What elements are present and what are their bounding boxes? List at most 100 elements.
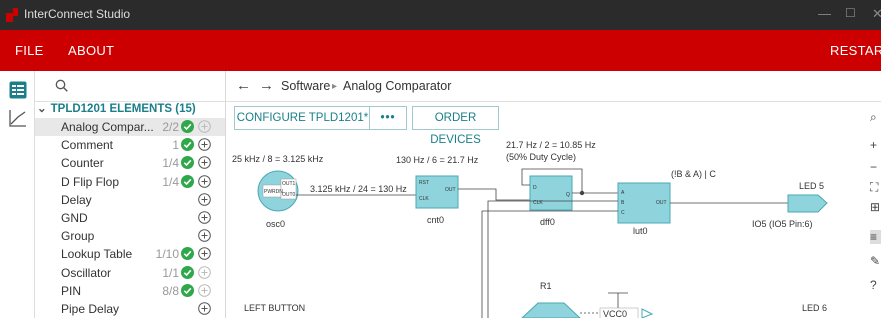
lut-expr-label: (!B & A) | C <box>671 169 716 179</box>
list-item[interactable]: PIN 8/8 <box>35 282 225 300</box>
add-element-icon[interactable] <box>198 120 211 133</box>
forward-arrow-icon[interactable]: → <box>259 77 274 94</box>
close-icon[interactable]: ✕ <box>872 6 881 22</box>
menu-about[interactable]: ABOUT <box>68 43 114 58</box>
element-count: 1/4 <box>162 156 179 171</box>
element-label: Lookup Table <box>61 247 133 262</box>
r1-block[interactable] <box>521 302 581 318</box>
main-panel: ← → Software ▸ Analog Comparator CONFIGU… <box>226 71 881 318</box>
left-rail <box>0 71 35 318</box>
add-element-icon[interactable] <box>198 138 211 151</box>
list-item[interactable]: GND <box>35 209 225 227</box>
add-element-icon[interactable] <box>198 174 211 188</box>
add-element-icon[interactable] <box>198 247 211 261</box>
list-item[interactable]: Analog Compar... 2/2 <box>35 118 225 136</box>
breadcrumb: ← → Software ▸ Analog Comparator <box>226 71 881 102</box>
add-element-icon[interactable] <box>198 302 211 315</box>
cnt-out-pin: OUT <box>445 187 456 193</box>
wire-cnt-dff <box>458 188 530 201</box>
element-count: 8/8 <box>162 283 179 298</box>
element-label: Analog Compar... <box>61 120 154 134</box>
minimize-icon[interactable]: — <box>818 6 831 21</box>
element-label: Oscillator <box>61 265 112 280</box>
list-item[interactable]: Pipe Delay <box>35 300 225 318</box>
edit-icon[interactable]: ✎ <box>870 254 881 268</box>
zoom-in-icon[interactable]: + <box>870 138 881 152</box>
dff-name: dff0 <box>540 217 555 227</box>
check-circle-icon <box>181 156 194 170</box>
element-count: 2/2 <box>162 120 179 134</box>
vcc-label: VCC0 <box>603 309 627 318</box>
list-item[interactable]: Comment 1 <box>35 136 225 154</box>
element-label: D Flip Flop <box>61 174 120 189</box>
section-title: TPLD1201 ELEMENTS (15) <box>50 103 196 115</box>
check-circle-icon <box>181 265 194 279</box>
osc-freq-label: 25 kHz / 8 = 3.125 kHz <box>232 154 324 164</box>
search-row[interactable] <box>35 71 225 102</box>
chevron-down-icon[interactable]: ⌄ <box>37 103 47 115</box>
left-button-label: LEFT BUTTON <box>244 303 305 313</box>
dff-q-pin: Q <box>566 192 570 198</box>
check-circle-icon <box>181 120 194 133</box>
zoom-out-icon[interactable]: − <box>870 160 881 174</box>
title-bar: InterConnect Studio — ☐ ✕ <box>0 0 881 30</box>
osc-out0-pin: OUT0 <box>282 192 296 198</box>
back-arrow-icon[interactable]: ← <box>236 77 251 94</box>
maximize-icon[interactable]: ☐ <box>845 6 856 20</box>
fit-view-icon[interactable]: ⛶ <box>870 180 881 194</box>
search-schematic-icon[interactable]: ⌕ <box>870 110 881 124</box>
lut-out-pin: OUT <box>656 200 667 206</box>
dff-duty-label: (50% Duty Cycle) <box>506 152 576 162</box>
list-item[interactable]: Lookup Table 1/10 <box>35 245 225 263</box>
schematic-canvas[interactable]: 25 kHz / 8 = 3.125 kHz PWRDN OUT1 OUT0 o… <box>226 133 866 318</box>
help-icon[interactable]: ? <box>870 278 881 292</box>
element-label: GND <box>61 211 88 225</box>
add-element-icon[interactable] <box>198 156 211 170</box>
search-icon[interactable] <box>55 79 68 92</box>
element-label: Counter <box>61 156 104 171</box>
chart-icon[interactable] <box>9 109 27 127</box>
element-count: 1/10 <box>155 247 179 262</box>
list-item[interactable]: Delay <box>35 191 225 209</box>
osc-pwrdn-pin: PWRDN <box>264 189 283 195</box>
wire-tool-icon[interactable]: ≡ <box>870 230 881 244</box>
led6-label: LED 6 <box>802 303 827 313</box>
breadcrumb-root[interactable]: Software <box>281 79 330 93</box>
add-element-icon[interactable] <box>198 283 211 297</box>
add-element-icon[interactable] <box>198 229 211 242</box>
lut-c-pin: C <box>621 210 625 216</box>
elements-panel-icon[interactable] <box>9 81 27 99</box>
list-item[interactable]: D Flip Flop 1/4 <box>35 173 225 191</box>
led5-label: LED 5 <box>799 181 824 191</box>
element-label: PIN <box>61 283 82 298</box>
order-devices-button[interactable]: ORDER DEVICES <box>412 106 499 146</box>
io5-name: IO5 (IO5 Pin:6) <box>752 219 813 229</box>
restart-button[interactable]: RESTART <box>830 43 881 58</box>
vcc-arrow <box>641 308 654 318</box>
configure-button[interactable]: CONFIGURE TPLD1201* <box>234 106 371 130</box>
app-logo-icon <box>6 8 18 22</box>
menu-bar: FILE ABOUT RESTART <box>0 30 881 71</box>
add-element-icon[interactable] <box>198 192 211 206</box>
check-circle-icon <box>181 174 194 188</box>
cnt-clk-pin: CLK <box>419 196 429 202</box>
element-label: Group <box>61 229 95 244</box>
elements-section-header[interactable]: ⌄ TPLD1201 ELEMENTS (15) <box>37 101 196 115</box>
list-item[interactable]: Counter 1/4 <box>35 154 225 172</box>
list-item[interactable]: Oscillator 1/1 <box>35 264 225 282</box>
list-item[interactable]: Group <box>35 227 225 245</box>
menu-file[interactable]: FILE <box>15 43 44 58</box>
osc-out1-pin: OUT1 <box>282 181 296 187</box>
lut-name: lut0 <box>633 226 648 236</box>
element-label: Comment <box>61 138 114 153</box>
check-circle-icon <box>181 138 194 152</box>
io5-pin-block[interactable] <box>787 194 828 213</box>
wire-lut-c <box>481 210 618 318</box>
grid-icon[interactable]: ⊞ <box>870 200 881 214</box>
add-element-icon[interactable] <box>198 211 211 224</box>
more-options-button[interactable]: ••• <box>369 106 407 130</box>
cnt-rst-pin: RST <box>419 180 429 186</box>
wire-freq-label: 3.125 kHz / 24 = 130 Hz <box>310 184 407 194</box>
add-element-icon[interactable] <box>198 265 211 279</box>
element-count: 1 <box>172 138 179 153</box>
